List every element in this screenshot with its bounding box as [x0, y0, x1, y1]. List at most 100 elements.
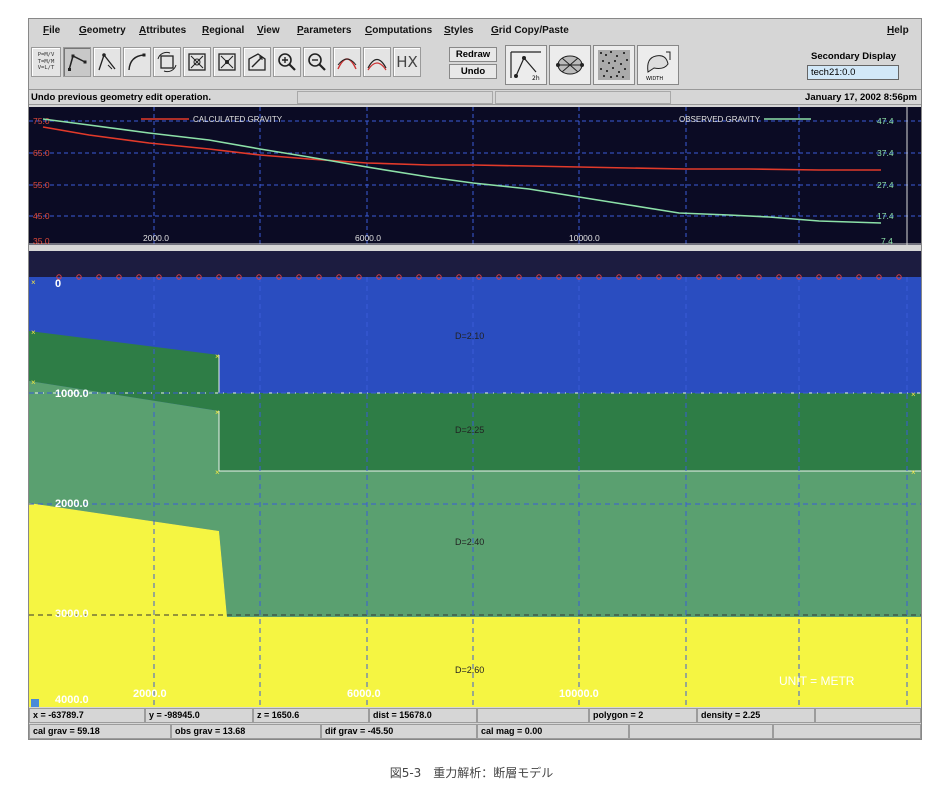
observed-gravity-readout: obs grav = 13.68 — [171, 724, 321, 739]
toolbar: P=M/V T=M/M V=L/T HX Redraw Undo 2h WIDT… — [29, 43, 921, 89]
empty-readout — [629, 724, 773, 739]
zoom-out-icon — [308, 53, 326, 71]
calculated-gravity-line — [42, 126, 881, 171]
gravity-left-tick: 65.0 — [33, 148, 50, 158]
gravity-right-tick: 27.4 — [877, 180, 894, 190]
draw-polygon-button[interactable] — [63, 47, 91, 77]
model-icon — [556, 55, 584, 75]
distance-readout: dist = 15678.0 — [369, 708, 477, 723]
date-label: January 17, 2002 8:56pm — [805, 92, 917, 103]
draw-arc-icon — [128, 53, 146, 71]
y-coordinate: y = -98945.0 — [145, 708, 253, 723]
menu-file[interactable]: File — [43, 25, 60, 36]
depth-tick: 0 — [55, 278, 61, 290]
curve-alt-icon — [367, 58, 387, 71]
stations-button[interactable]: 2h — [505, 45, 547, 85]
hx-button[interactable]: HX — [393, 47, 421, 77]
density-label: D=2.40 — [455, 537, 484, 547]
undo-button[interactable]: Undo — [449, 64, 497, 79]
move-button[interactable] — [183, 47, 211, 77]
status-row-coordinates: x = -63789.7 y = -98945.0 z = 1650.6 dis… — [29, 708, 921, 723]
noise-pattern-icon — [598, 50, 630, 80]
gravity-left-tick: 75.0 — [33, 116, 50, 126]
distance-tick: 10000.0 — [559, 688, 599, 700]
vertex-marker[interactable]: × — [911, 390, 916, 399]
message-cell — [297, 91, 493, 104]
message-bar: Undo previous geometry edit operation. J… — [29, 89, 921, 105]
vertex-marker[interactable]: × — [31, 278, 36, 287]
polygon-readout: polygon = 2 — [589, 708, 697, 723]
empty-readout — [815, 708, 921, 723]
menu-geometry[interactable]: Geometry — [79, 25, 126, 36]
menu-grid-copy-paste[interactable]: Grid Copy/Paste — [491, 25, 569, 36]
scroll-handle[interactable] — [31, 699, 39, 707]
vertex-marker[interactable]: × — [31, 378, 36, 387]
gravity-right-tick: 37.4 — [877, 148, 894, 158]
zoom-out-button[interactable] — [303, 47, 331, 77]
depth-tick: 3000.0 — [55, 608, 89, 620]
difference-gravity-readout: dif grav = -45.50 — [321, 724, 477, 739]
rotate-button[interactable] — [153, 47, 181, 77]
message-cell — [495, 91, 671, 104]
width-icon: WIDTH — [646, 51, 671, 82]
draw-arc-button[interactable] — [123, 47, 151, 77]
move-icon — [188, 53, 206, 71]
menu-bar: File Geometry Attributes Regional View P… — [29, 19, 921, 43]
zoom-in-icon — [278, 53, 296, 71]
depth-tick: 2000.0 — [55, 498, 89, 510]
observed-gravity-line — [42, 118, 882, 224]
menu-styles[interactable]: Styles — [444, 25, 473, 36]
reshape-button[interactable] — [243, 47, 271, 77]
width-button[interactable]: WIDTH — [637, 45, 679, 85]
gravity-profile-plot[interactable]: 75.0 65.0 55.0 45.0 35.0 47.4 37.4 27.4 … — [29, 107, 921, 245]
svg-text:2h: 2h — [532, 75, 540, 82]
hx-label: HX — [396, 53, 418, 71]
calculated-gravity-legend: CALCULATED GRAVITY — [193, 115, 283, 124]
gravity-left-tick: 45.0 — [33, 211, 50, 221]
noise-button[interactable] — [593, 45, 635, 85]
secondary-display-field[interactable]: tech21:0.0 — [807, 65, 899, 80]
calculated-magnetic-readout: cal mag = 0.00 — [477, 724, 629, 739]
redraw-button[interactable]: Redraw — [449, 47, 497, 62]
draw-polygon-alt-icon — [98, 53, 116, 71]
curve-alt-button[interactable] — [363, 47, 391, 77]
density-readout: density = 2.25 — [697, 708, 815, 723]
gravity-left-tick: 55.0 — [33, 180, 50, 190]
distance-tick: 6000.0 — [347, 688, 381, 700]
status-row-gravity: cal grav = 59.18 obs grav = 13.68 dif gr… — [29, 724, 921, 739]
density-label: D=2.25 — [455, 425, 484, 435]
vertex-marker[interactable]: × — [215, 408, 220, 417]
draw-polygon-alt-button[interactable] — [93, 47, 121, 77]
figure-caption: 図5-3 重力解析：断層モデル — [389, 766, 554, 780]
units-button[interactable]: P=M/V T=M/M V=L/T — [31, 47, 61, 77]
gravity-right-tick: 7.4 — [881, 236, 893, 245]
vertex-marker[interactable]: × — [31, 328, 36, 337]
depth-tick: 1000.0 — [55, 388, 89, 400]
curve-button[interactable] — [333, 47, 361, 77]
menu-attributes[interactable]: Attributes — [139, 25, 186, 36]
cross-section-model[interactable]: × × × × × × × × 0 1000.0 2000.0 3000.0 4… — [29, 251, 921, 707]
curve-icon — [337, 58, 357, 70]
width-label: WIDTH — [646, 76, 663, 82]
menu-parameters[interactable]: Parameters — [297, 25, 351, 36]
menu-computations[interactable]: Computations — [365, 25, 432, 36]
empty-readout — [477, 708, 589, 723]
zoom-in-button[interactable] — [273, 47, 301, 77]
depth-tick: 4000.0 — [55, 694, 89, 706]
reshape-icon — [248, 53, 266, 71]
model-button[interactable] — [549, 45, 591, 85]
distance-tick: 2000.0 — [133, 688, 167, 700]
vertex-marker[interactable]: × — [911, 468, 916, 477]
target-button[interactable] — [213, 47, 241, 77]
gravity-right-tick: 17.4 — [877, 211, 894, 221]
draw-polygon-icon — [68, 54, 87, 71]
menu-regional[interactable]: Regional — [202, 25, 244, 36]
topography-strip — [29, 251, 921, 277]
gravity-right-tick: 47.4 — [877, 116, 894, 126]
gravity-x-tick: 2000.0 — [143, 233, 169, 243]
vertex-marker[interactable]: × — [215, 468, 220, 477]
menu-help[interactable]: Help — [887, 25, 909, 36]
vertex-marker[interactable]: × — [215, 352, 220, 361]
units-label: UNIT = METR — [779, 674, 855, 688]
menu-view[interactable]: View — [257, 25, 280, 36]
